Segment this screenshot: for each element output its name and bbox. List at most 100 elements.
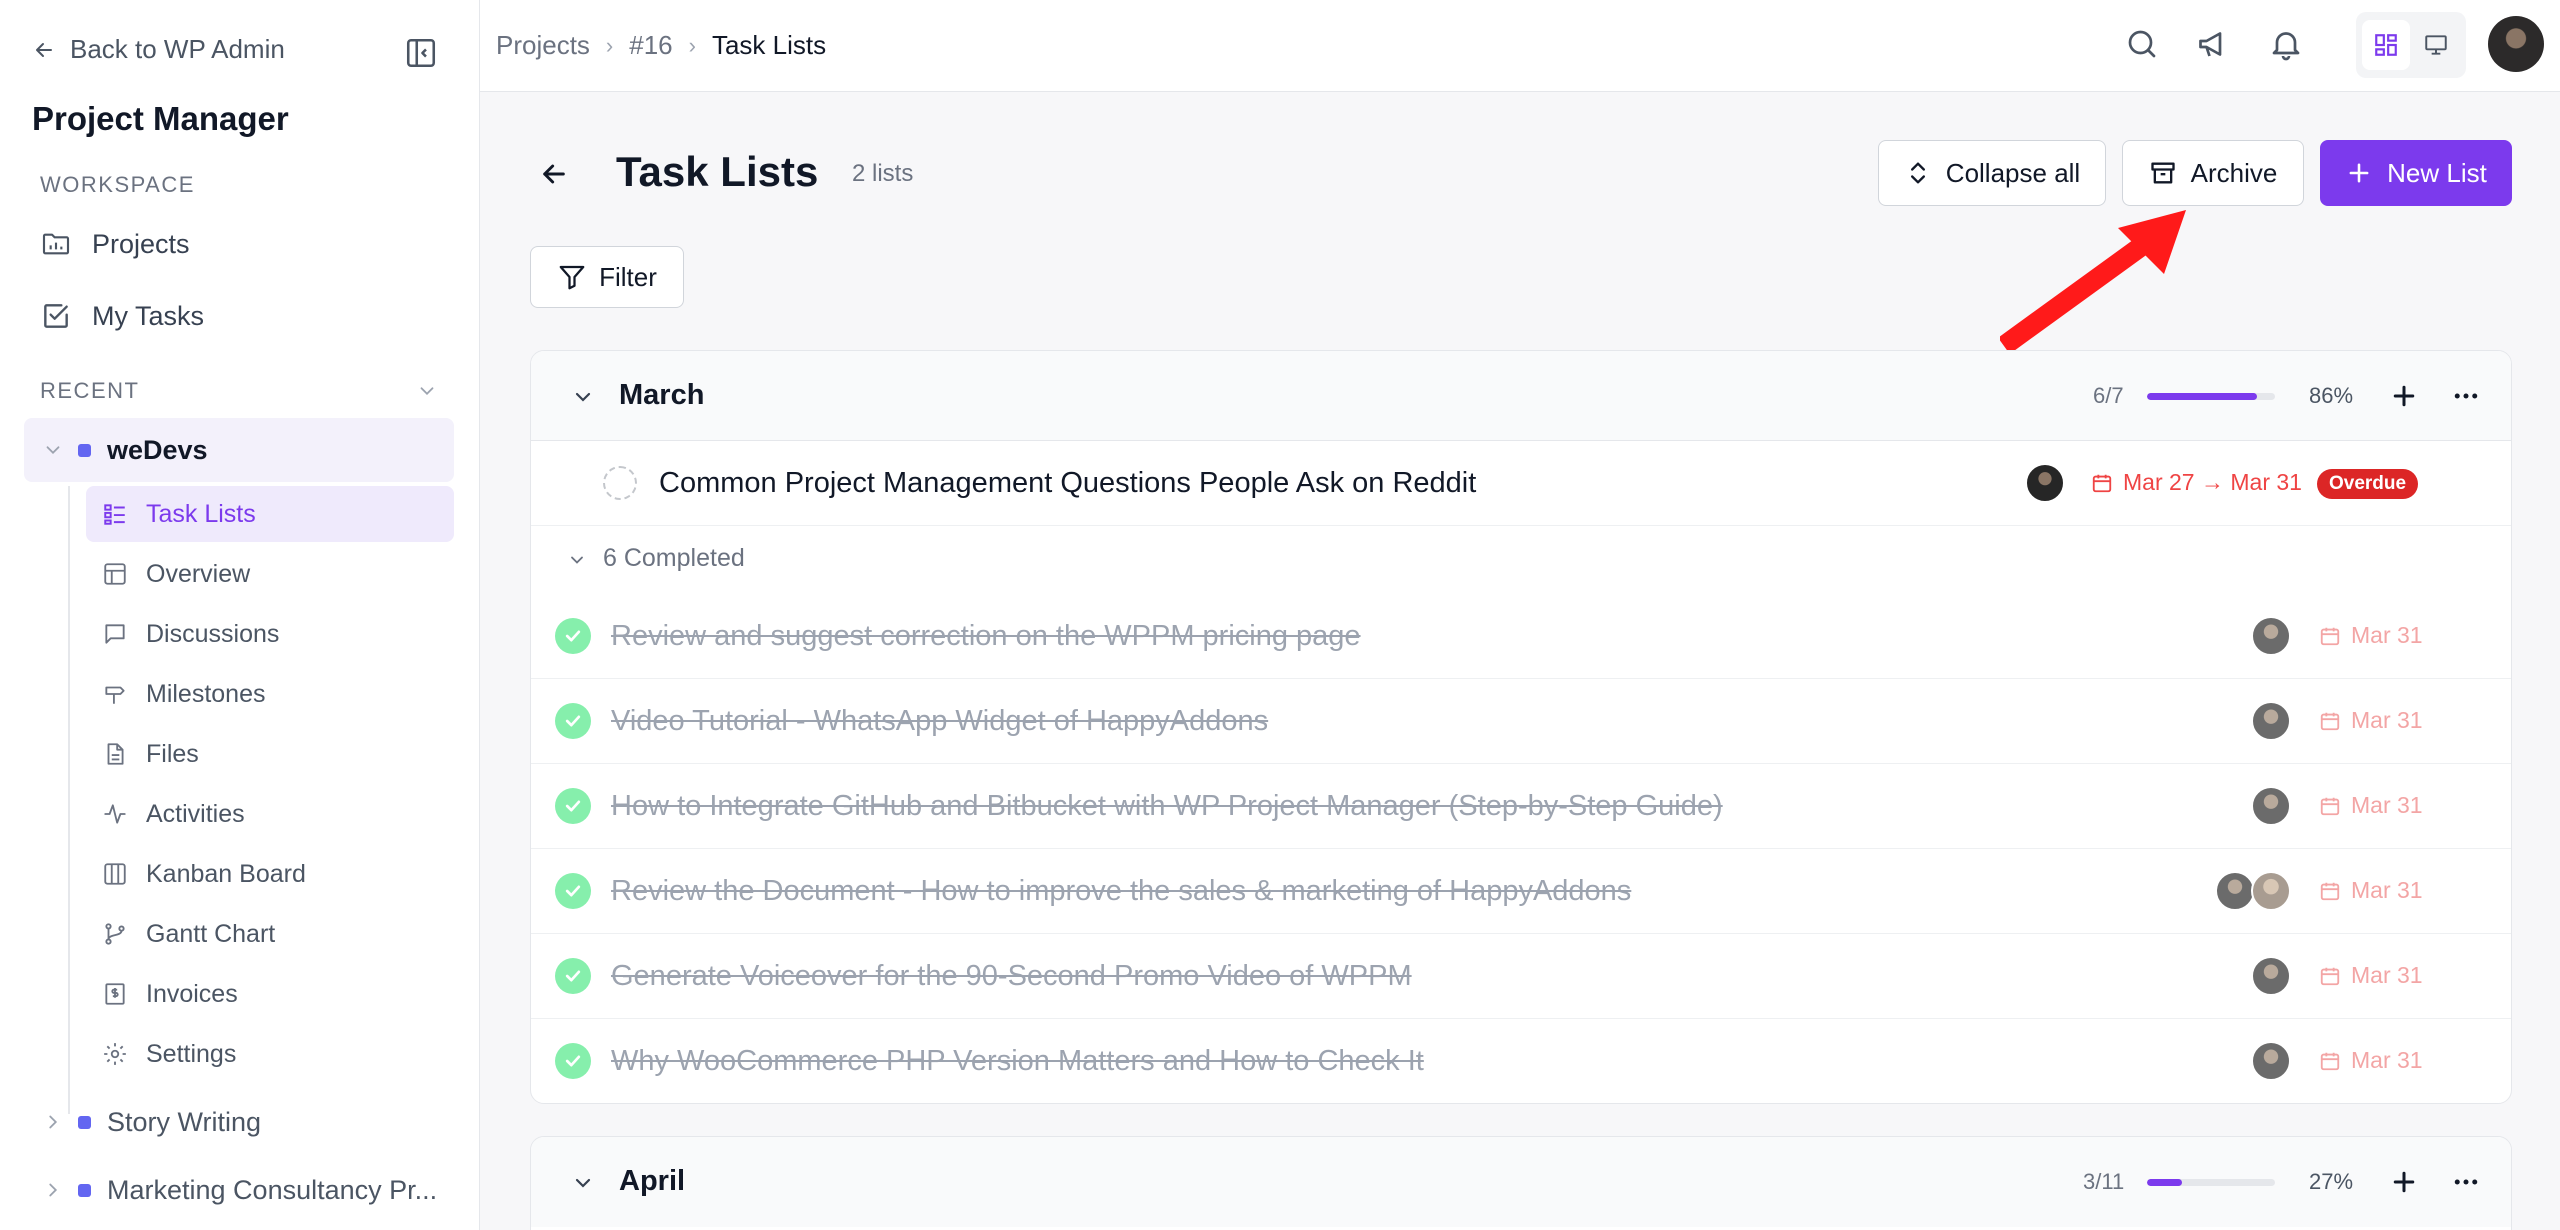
plus-icon[interactable] bbox=[2389, 381, 2419, 411]
due-date[interactable]: Mar 31 bbox=[2319, 792, 2423, 819]
subnav-label: Overview bbox=[146, 559, 251, 588]
task-list-header: April 3/11 27% bbox=[531, 1137, 2511, 1227]
subnav-milestones[interactable]: Milestones bbox=[86, 666, 454, 722]
task-list-name[interactable]: April bbox=[619, 1165, 685, 1198]
breadcrumb-current: Task Lists bbox=[711, 30, 827, 60]
progress-bar bbox=[2147, 1179, 2275, 1186]
desktop-view-button[interactable] bbox=[2412, 20, 2460, 70]
due-date-text: Mar 31 bbox=[2351, 962, 2423, 988]
task-title[interactable]: Video Tutorial - WhatsApp Widget of Happ… bbox=[611, 705, 1268, 738]
task-checkbox[interactable] bbox=[603, 466, 637, 500]
check-circle-icon[interactable] bbox=[555, 873, 591, 909]
task-list-header: March 6/7 86% bbox=[531, 351, 2511, 441]
subnav-overview[interactable]: Overview bbox=[86, 546, 454, 602]
due-date[interactable]: Mar 31 bbox=[2319, 622, 2423, 649]
subnav-discussions[interactable]: Discussions bbox=[86, 606, 454, 662]
arrow-left-icon[interactable] bbox=[538, 158, 570, 190]
due-date[interactable]: Mar 31 bbox=[2319, 877, 2423, 904]
subnav-files[interactable]: Files bbox=[86, 726, 454, 782]
kanban-icon bbox=[104, 863, 126, 885]
checkbox-icon bbox=[44, 304, 68, 328]
chevron-down-icon[interactable] bbox=[416, 380, 438, 402]
breadcrumb-projects[interactable]: Projects bbox=[496, 30, 590, 61]
task-title[interactable]: Common Project Management Questions Peop… bbox=[659, 467, 1476, 500]
completed-task-row[interactable]: Review the Document - How to improve the… bbox=[531, 849, 2511, 934]
subnav-settings[interactable]: Settings bbox=[86, 1026, 454, 1082]
assignee-avatar[interactable] bbox=[2251, 786, 2291, 826]
page-title: Task Lists bbox=[616, 148, 819, 195]
subnav-label: Kanban Board bbox=[146, 859, 306, 888]
assignee-avatar[interactable] bbox=[2215, 871, 2255, 911]
completed-task-row[interactable]: Why WooCommerce PHP Version Matters and … bbox=[531, 1019, 2511, 1103]
check-circle-icon[interactable] bbox=[555, 788, 591, 824]
completed-toggle[interactable]: 6 Completed bbox=[531, 526, 2511, 594]
new-list-button[interactable]: New List bbox=[2320, 140, 2512, 206]
progress-bar-fill bbox=[2147, 1179, 2182, 1186]
due-date-text: Mar 31 bbox=[2351, 877, 2423, 903]
task-title[interactable]: Generate Voiceover for the 90-Second Pro… bbox=[611, 960, 1412, 993]
task-row[interactable]: Common Project Management Questions Peop… bbox=[531, 441, 2511, 526]
assignee-avatar[interactable] bbox=[2025, 463, 2065, 503]
chevron-down-icon[interactable] bbox=[571, 1171, 595, 1195]
due-date[interactable]: Mar 31 bbox=[2319, 707, 2423, 734]
subnav-activities[interactable]: Activities bbox=[86, 786, 454, 842]
check-circle-icon[interactable] bbox=[555, 1043, 591, 1079]
project-wedevs[interactable]: weDevs bbox=[24, 418, 454, 482]
breadcrumb-project-id[interactable]: #16 bbox=[629, 30, 672, 61]
due-date[interactable]: Mar 31 bbox=[2319, 1047, 2423, 1074]
completed-task-row[interactable]: Video Tutorial - WhatsApp Widget of Happ… bbox=[531, 679, 2511, 764]
file-icon bbox=[107, 743, 124, 765]
plus-icon[interactable] bbox=[2389, 1167, 2419, 1197]
nav-my-tasks[interactable]: My Tasks bbox=[40, 300, 204, 332]
subnav-gantt-chart[interactable]: Gantt Chart bbox=[86, 906, 454, 962]
project-marketing-consultancy[interactable]: Marketing Consultancy Pr... bbox=[24, 1158, 454, 1222]
bell-icon[interactable] bbox=[2268, 26, 2304, 62]
more-horizontal-icon[interactable] bbox=[2451, 1167, 2481, 1197]
user-avatar[interactable] bbox=[2488, 16, 2544, 72]
task-title[interactable]: Review and suggest correction on the WPP… bbox=[611, 620, 1361, 653]
assignee-avatar[interactable] bbox=[2251, 1041, 2291, 1081]
megaphone-icon[interactable] bbox=[2196, 26, 2232, 62]
due-date[interactable]: Mar 31 bbox=[2319, 962, 2423, 989]
assignee-avatar[interactable] bbox=[2251, 701, 2291, 741]
nav-projects[interactable]: Projects bbox=[40, 228, 190, 260]
assignee-avatar[interactable] bbox=[2251, 616, 2291, 656]
activity-icon bbox=[104, 804, 126, 824]
due-date-text: Mar 31 bbox=[2351, 622, 2423, 648]
subnav-task-lists[interactable]: Task Lists bbox=[86, 486, 454, 542]
chevron-right-icon: › bbox=[688, 32, 696, 58]
completed-task-row[interactable]: Review and suggest correction on the WPP… bbox=[531, 594, 2511, 679]
completed-task-row[interactable]: Generate Voiceover for the 90-Second Pro… bbox=[531, 934, 2511, 1019]
calendar-icon bbox=[2320, 627, 2340, 645]
dashboard-icon bbox=[2375, 34, 2397, 56]
check-circle-icon[interactable] bbox=[555, 703, 591, 739]
chevrons-up-down-icon bbox=[1910, 162, 1925, 184]
sidebar-collapse-icon[interactable] bbox=[404, 36, 438, 70]
subnav-invoices[interactable]: Invoices bbox=[86, 966, 454, 1022]
subnav-label: Activities bbox=[146, 799, 245, 828]
check-circle-icon[interactable] bbox=[555, 958, 591, 994]
task-title[interactable]: Why WooCommerce PHP Version Matters and … bbox=[611, 1045, 1424, 1078]
assignee-avatar[interactable] bbox=[2251, 956, 2291, 996]
assignee-avatar[interactable] bbox=[2251, 871, 2291, 911]
due-date[interactable]: Mar 27 → Mar 31 bbox=[2091, 469, 2302, 496]
archive-label: Archive bbox=[2190, 157, 2278, 188]
check-circle-icon[interactable] bbox=[555, 618, 591, 654]
task-title[interactable]: How to Integrate GitHub and Bitbucket wi… bbox=[611, 790, 1723, 823]
more-horizontal-icon[interactable] bbox=[2451, 381, 2481, 411]
grid-view-button[interactable] bbox=[2362, 20, 2410, 70]
chevron-down-icon[interactable] bbox=[571, 385, 595, 409]
due-date-text: Mar 31 bbox=[2351, 792, 2423, 818]
task-list-name[interactable]: March bbox=[619, 379, 704, 412]
filter-button[interactable]: Filter bbox=[530, 246, 684, 308]
subnav-label: Discussions bbox=[146, 619, 280, 648]
calendar-icon bbox=[2092, 474, 2112, 492]
completed-task-row[interactable]: How to Integrate GitHub and Bitbucket wi… bbox=[531, 764, 2511, 849]
back-to-admin-link[interactable]: Back to WP Admin bbox=[32, 34, 285, 65]
search-icon[interactable] bbox=[2124, 26, 2160, 62]
subnav-kanban-board[interactable]: Kanban Board bbox=[86, 846, 454, 902]
task-title[interactable]: Review the Document - How to improve the… bbox=[611, 875, 1631, 908]
project-color-dot bbox=[78, 1115, 91, 1129]
project-story-writing[interactable]: Story Writing bbox=[24, 1090, 454, 1154]
monitor-icon bbox=[2425, 35, 2447, 55]
